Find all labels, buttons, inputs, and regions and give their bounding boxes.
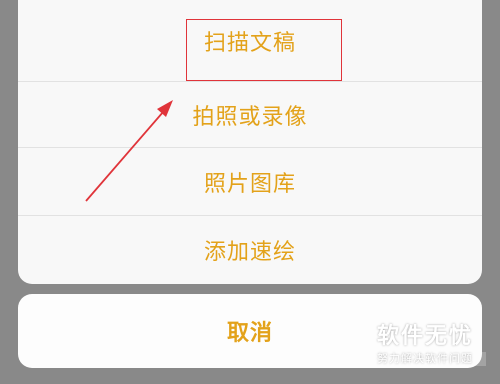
screen: 扫描文稿 拍照或录像 照片图库 添加速绘 取消 软件无忧 努力解决软件问题 [0, 0, 500, 384]
cancel-label: 取消 [226, 321, 273, 346]
add-sketch-label: 添加速绘 [203, 240, 296, 265]
highlight-box [186, 19, 342, 81]
take-photo-or-video-label: 拍照或录像 [192, 104, 308, 130]
add-sketch-option[interactable]: 添加速绘 [18, 216, 482, 284]
watermark-subtitle: 努力解决软件问题 [364, 352, 486, 366]
watermark-title: 软件无忧 [376, 324, 473, 349]
watermark-logo: 软件无忧 努力解决软件问题 [364, 322, 486, 376]
photo-library-option[interactable]: 照片图库 [18, 148, 482, 216]
photo-library-label: 照片图库 [203, 171, 296, 197]
take-photo-or-video-option[interactable]: 拍照或录像 [18, 82, 482, 148]
